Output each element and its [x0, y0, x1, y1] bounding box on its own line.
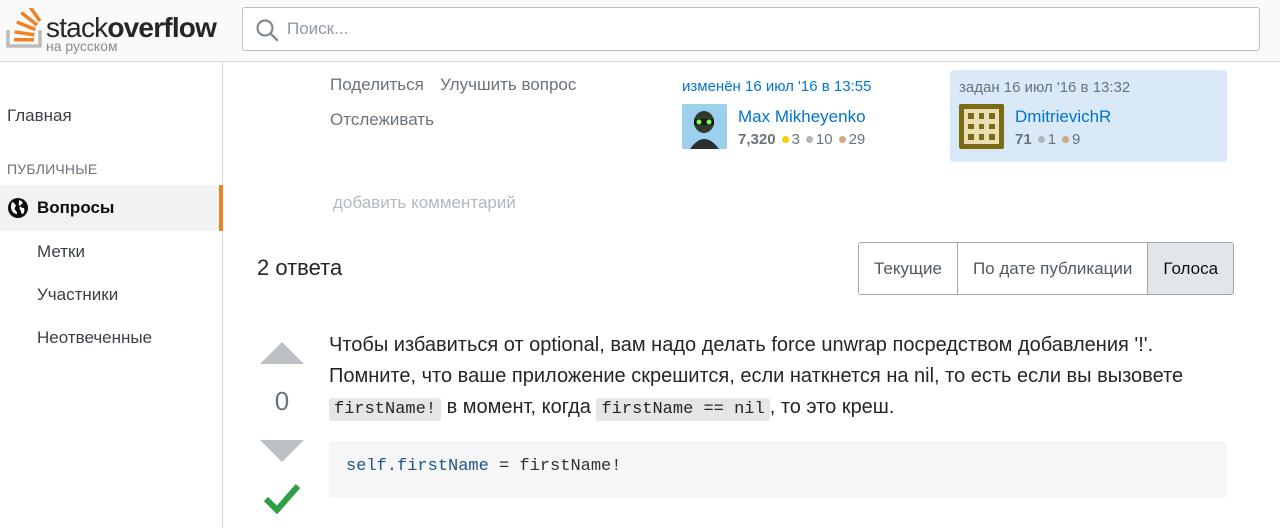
- answer-body: Чтобы избавиться от optional, вам надо д…: [329, 330, 1229, 425]
- add-comment-link[interactable]: добавить комментарий: [333, 193, 516, 213]
- nav-unanswered[interactable]: Неотвеченные: [37, 328, 152, 348]
- asker-stats: 71 1 9: [1015, 131, 1080, 148]
- editor-stats: 7,320 3 10 29: [738, 131, 865, 148]
- search-input[interactable]: [287, 8, 1247, 50]
- code-assignment: = firstName!: [488, 457, 622, 476]
- editor-avatar-image: [682, 104, 727, 149]
- nav-questions[interactable]: Вопросы: [0, 185, 223, 231]
- answer-text-3: , то это креш.: [769, 396, 895, 418]
- silver-badge-icon: [1037, 135, 1045, 143]
- code-self-ref: self.firstName: [346, 457, 489, 476]
- nav-tags[interactable]: Метки: [37, 242, 85, 262]
- logo-subtitle: на русском: [46, 38, 118, 54]
- asker-silver-count: 1: [1047, 131, 1057, 148]
- asker-avatar-image: [959, 104, 1004, 149]
- silver-badge-icon: [805, 135, 813, 143]
- improve-question-link[interactable]: Улучшить вопрос: [440, 75, 576, 95]
- vote-count: 0: [274, 386, 290, 416]
- asked-timestamp[interactable]: задан 16 июл '16 в 13:32: [959, 79, 1130, 96]
- bronze-badge-icon: [1062, 135, 1070, 143]
- asker-bronze-count: 9: [1072, 131, 1081, 148]
- edited-timestamp[interactable]: изменён 16 июл '16 в 13:55: [682, 78, 912, 95]
- editor-name[interactable]: Max Mikheyenko: [738, 107, 866, 127]
- inline-code-1: firstName!: [329, 398, 442, 421]
- gold-badge-icon: [781, 135, 789, 143]
- bronze-badge-icon: [838, 135, 846, 143]
- nav-section-public: ПУБЛИЧНЫЕ: [7, 161, 98, 177]
- answer-text-2: в момент, когда: [441, 396, 597, 418]
- search-icon: [256, 19, 279, 42]
- code-block: self.firstName = firstName!: [329, 441, 1227, 498]
- tab-oldest[interactable]: По дате публикации: [957, 243, 1149, 294]
- tab-votes[interactable]: Голоса: [1148, 243, 1234, 294]
- asker-name[interactable]: DmitrievichR: [1015, 107, 1111, 127]
- editor-avatar[interactable]: [682, 104, 727, 149]
- editor-bronze-count: 29: [848, 131, 866, 148]
- editor-silver-count: 10: [815, 131, 833, 148]
- top-bar: stackoverflow на русском: [0, 0, 1280, 62]
- vote-up-icon[interactable]: [260, 342, 304, 364]
- left-sidebar: Главная ПУБЛИЧНЫЕ Вопросы Метки Участник…: [0, 62, 223, 528]
- editor-gold-count: 3: [791, 131, 800, 148]
- answers-count: 2 ответа: [257, 255, 343, 280]
- stack-logo-icon: [6, 8, 42, 48]
- globe-icon: [8, 198, 28, 218]
- answer-text-1: Чтобы избавиться от optional, вам надо д…: [329, 334, 1184, 387]
- inline-code-2: firstName == nil: [596, 398, 770, 421]
- vote-down-icon[interactable]: [260, 440, 304, 462]
- editor-reputation: 7,320: [738, 131, 776, 148]
- nav-users[interactable]: Участники: [37, 285, 118, 305]
- site-logo[interactable]: stackoverflow на русском: [6, 4, 221, 56]
- nav-questions-label: Вопросы: [37, 198, 115, 217]
- share-link[interactable]: Поделиться: [330, 75, 424, 95]
- asker-avatar[interactable]: [959, 104, 1004, 149]
- search-box[interactable]: [242, 7, 1260, 51]
- follow-button[interactable]: Отслеживать: [330, 110, 434, 130]
- edited-signature: изменён 16 июл '16 в 13:55: [682, 78, 912, 95]
- accepted-check-icon: [263, 484, 301, 515]
- asker-reputation: 71: [1015, 131, 1032, 148]
- nav-home[interactable]: Главная: [7, 106, 72, 126]
- answer-sort-tabs: Текущие По дате публикации Голоса: [858, 242, 1235, 295]
- tab-active[interactable]: Текущие: [859, 243, 958, 294]
